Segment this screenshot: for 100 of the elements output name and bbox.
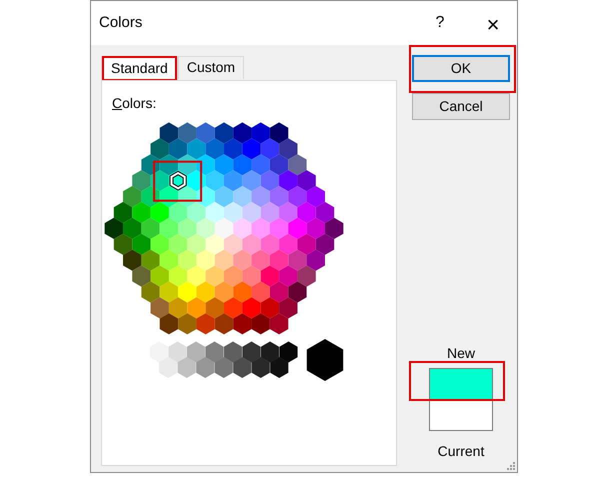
color-swatch[interactable] [233, 313, 252, 334]
color-swatch[interactable] [233, 281, 252, 303]
color-swatch[interactable] [224, 234, 242, 255]
color-swatch[interactable] [168, 297, 188, 318]
color-swatch[interactable] [196, 313, 215, 334]
color-swatch[interactable] [187, 297, 206, 318]
color-swatch[interactable] [260, 170, 280, 192]
color-swatch[interactable] [196, 281, 215, 303]
color-swatch[interactable] [132, 202, 151, 224]
color-swatch[interactable] [141, 281, 160, 303]
color-swatch[interactable] [178, 313, 196, 334]
color-swatch[interactable] [297, 266, 316, 287]
color-swatch[interactable] [123, 186, 142, 208]
color-swatch[interactable] [214, 281, 234, 303]
color-swatch[interactable] [242, 266, 261, 287]
color-swatch[interactable] [168, 266, 188, 287]
color-swatch[interactable] [206, 202, 224, 224]
color-swatch[interactable] [196, 250, 215, 271]
color-swatch[interactable] [260, 138, 280, 160]
color-swatch[interactable] [297, 234, 316, 255]
color-swatch[interactable] [324, 218, 344, 239]
color-swatch[interactable] [150, 138, 169, 160]
color-swatch[interactable] [214, 122, 234, 144]
color-swatch[interactable] [270, 122, 288, 144]
color-swatch[interactable] [297, 170, 316, 192]
color-swatch[interactable] [168, 138, 188, 160]
color-swatch[interactable] [279, 170, 298, 192]
color-swatch[interactable] [196, 218, 215, 239]
color-swatch[interactable] [224, 170, 242, 192]
color-swatch[interactable] [214, 313, 234, 334]
color-swatch[interactable] [159, 357, 178, 378]
color-swatch[interactable] [306, 250, 325, 271]
color-swatch[interactable] [178, 357, 196, 378]
color-swatch[interactable] [260, 234, 280, 255]
color-swatch[interactable] [224, 266, 242, 287]
color-swatch[interactable] [214, 154, 234, 176]
color-swatch[interactable] [160, 154, 178, 176]
tab[interactable]: Custom [178, 56, 244, 78]
color-swatch[interactable] [178, 250, 196, 271]
color-swatch[interactable] [242, 234, 261, 255]
color-swatch[interactable] [224, 342, 242, 362]
color-swatch[interactable] [160, 313, 178, 334]
color-swatch[interactable] [114, 202, 132, 224]
color-swatch[interactable] [214, 357, 233, 378]
color-swatch[interactable] [114, 234, 132, 255]
color-swatch[interactable] [141, 218, 160, 239]
color-swatch[interactable] [132, 266, 151, 287]
color-swatch[interactable] [242, 170, 261, 192]
color-swatch[interactable] [160, 281, 178, 303]
color-swatch[interactable] [233, 218, 252, 239]
color-swatch[interactable] [242, 202, 261, 224]
color-swatch[interactable] [168, 342, 187, 362]
color-swatch[interactable] [150, 170, 169, 192]
color-swatch[interactable] [252, 154, 270, 176]
color-swatch[interactable] [214, 218, 234, 239]
color-swatch[interactable] [178, 154, 196, 176]
color-swatch[interactable] [206, 170, 224, 192]
color-swatch[interactable] [252, 281, 270, 303]
color-swatch[interactable] [260, 202, 280, 224]
color-swatch[interactable] [150, 297, 169, 318]
color-swatch[interactable] [214, 250, 234, 271]
color-swatch[interactable] [252, 357, 270, 378]
color-swatch[interactable] [270, 250, 288, 271]
color-swatch[interactable] [224, 202, 242, 224]
color-swatch[interactable] [224, 297, 242, 318]
color-swatch[interactable] [160, 122, 178, 144]
color-swatch[interactable] [214, 186, 234, 208]
color-swatch[interactable] [252, 122, 270, 144]
dialog-button[interactable]: OK [412, 55, 510, 82]
color-swatch[interactable] [270, 154, 288, 176]
color-swatch[interactable] [279, 234, 298, 255]
color-swatch[interactable] [260, 297, 280, 318]
color-swatch[interactable] [196, 357, 214, 378]
color-swatch[interactable] [187, 138, 206, 160]
color-swatch[interactable] [160, 250, 178, 271]
color-swatch[interactable] [252, 218, 270, 239]
color-swatch[interactable] [279, 342, 298, 362]
color-swatch[interactable] [316, 234, 334, 255]
color-swatch[interactable] [178, 122, 196, 144]
color-swatch[interactable] [186, 342, 206, 362]
color-swatch[interactable] [187, 234, 206, 255]
color-swatch[interactable] [150, 266, 169, 287]
color-swatch[interactable] [196, 154, 215, 176]
color-swatch[interactable] [242, 297, 261, 318]
color-swatch[interactable] [132, 234, 151, 255]
color-swatch[interactable] [123, 218, 142, 239]
color-swatch[interactable] [224, 138, 242, 160]
color-swatch[interactable] [206, 266, 224, 287]
color-swatch[interactable] [132, 170, 151, 192]
color-swatch[interactable] [297, 202, 316, 224]
color-swatch[interactable] [306, 186, 325, 208]
color-swatch[interactable] [178, 281, 196, 303]
dialog-button[interactable]: Cancel [412, 93, 510, 120]
color-swatch[interactable] [288, 154, 307, 176]
color-swatch[interactable] [288, 186, 307, 208]
color-swatch[interactable] [150, 342, 168, 362]
color-swatch[interactable] [233, 186, 252, 208]
color-swatch[interactable] [242, 342, 261, 362]
color-swatch[interactable] [206, 138, 224, 160]
color-swatch[interactable] [288, 218, 307, 239]
